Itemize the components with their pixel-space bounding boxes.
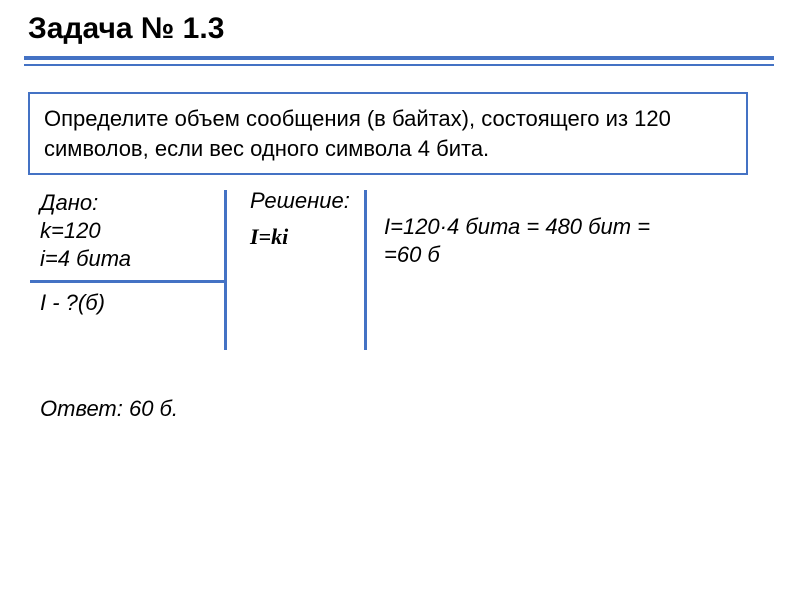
- given-find: I - ?(б): [40, 290, 105, 316]
- given-k: k=120: [40, 218, 101, 244]
- title-rule-thin: [24, 64, 774, 66]
- problem-title: Задача № 1.3: [28, 12, 224, 46]
- solution-formula: I=ki: [250, 224, 288, 250]
- solution-heading: Решение:: [250, 188, 350, 214]
- title-rule-thick: [24, 56, 774, 60]
- problem-statement-box: Определите объем сообщения (в байтах), с…: [28, 92, 748, 175]
- answer-text: Ответ: 60 б.: [40, 396, 178, 422]
- vertical-divider-2: [364, 190, 367, 350]
- given-heading: Дано:: [40, 190, 98, 216]
- given-i: i=4 бита: [40, 246, 131, 272]
- calculation-line-1: I=120·4 бита = 480 бит =: [384, 214, 650, 240]
- vertical-divider-1: [224, 190, 227, 350]
- calculation-line-2: =60 б: [384, 242, 440, 268]
- given-separator-line: [30, 280, 225, 283]
- problem-statement-text: Определите объем сообщения (в байтах), с…: [44, 106, 671, 161]
